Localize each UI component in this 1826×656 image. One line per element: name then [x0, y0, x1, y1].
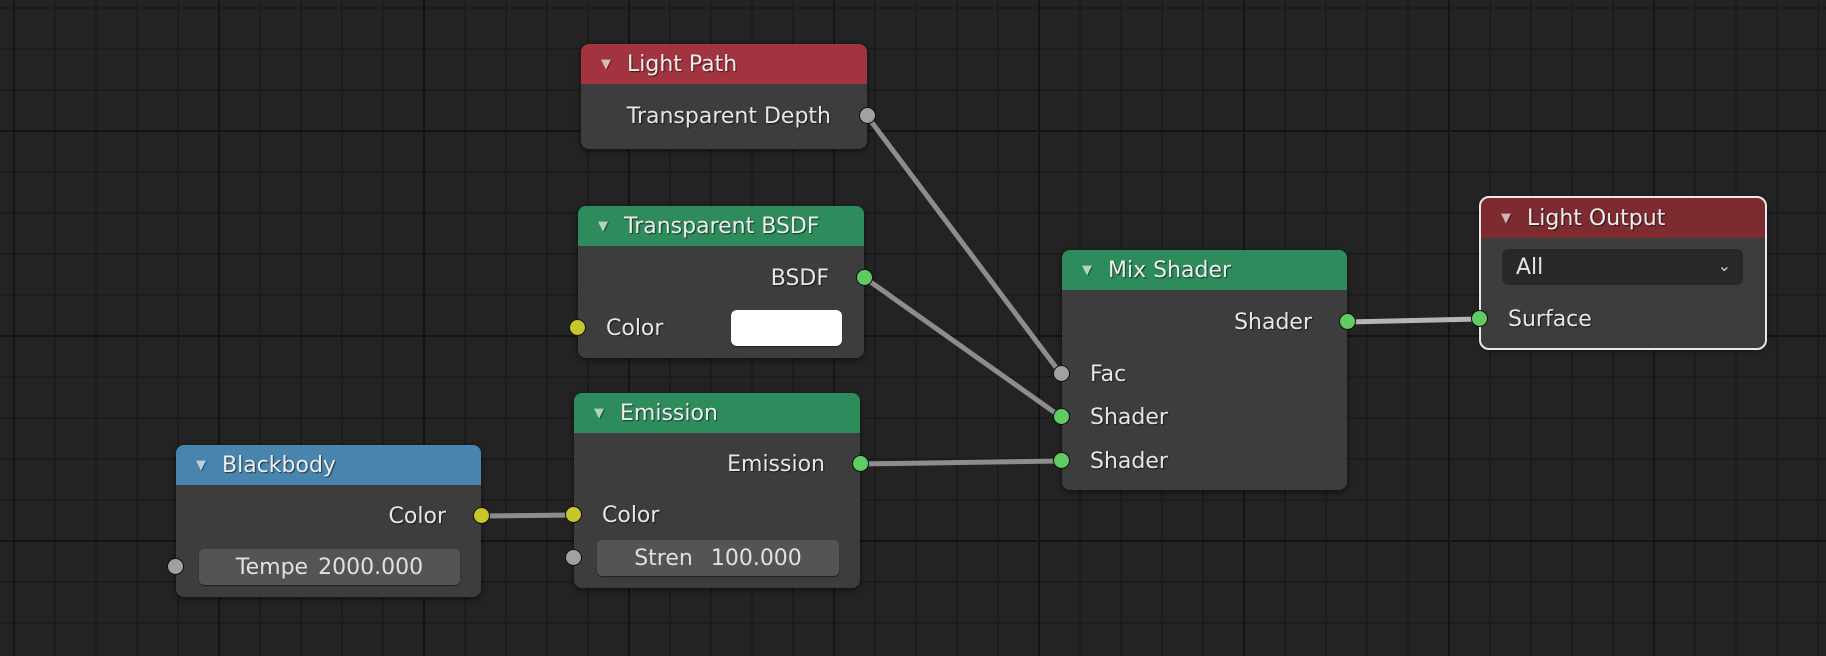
socket-shader-input[interactable]	[1471, 310, 1488, 327]
input-row-shader-2: Shader	[1062, 443, 1347, 479]
temperature-field[interactable]: Tempe 2000.000	[199, 549, 460, 585]
node-title: Light Path	[627, 51, 738, 77]
node-header[interactable]: ▼ Mix Shader	[1062, 250, 1347, 290]
collapse-icon[interactable]: ▼	[196, 458, 206, 473]
socket-label: Shader	[1090, 448, 1168, 474]
field-value: 2000.000	[318, 554, 424, 580]
socket-label: Surface	[1508, 306, 1592, 332]
link-blackbody-to-emission-color[interactable]	[478, 512, 577, 519]
link-emission-to-shader2[interactable]	[857, 458, 1064, 467]
collapse-icon[interactable]: ▼	[598, 219, 608, 234]
socket-label: Shader	[1234, 309, 1312, 335]
node-title: Mix Shader	[1108, 257, 1232, 283]
node-header[interactable]: ▼ Blackbody	[176, 445, 481, 485]
node-transparent-bsdf[interactable]: ▼ Transparent BSDF BSDF Color	[569, 206, 873, 358]
socket-shader-output[interactable]	[1339, 313, 1356, 330]
node-header[interactable]: ▼ Light Path	[581, 44, 867, 84]
input-row: Color	[574, 497, 860, 533]
socket-color-output[interactable]	[473, 507, 490, 524]
link-lightpath-to-fac[interactable]	[864, 113, 1064, 377]
node-title: Blackbody	[222, 452, 336, 478]
output-row: Shader	[1062, 304, 1347, 340]
field-value: 100.000	[710, 545, 802, 571]
input-row-fac: Fac	[1062, 356, 1347, 392]
collapse-icon[interactable]: ▼	[1501, 211, 1511, 226]
collapse-icon[interactable]: ▼	[601, 57, 611, 72]
output-row: Emission	[574, 446, 860, 482]
node-title: Transparent BSDF	[624, 213, 820, 239]
socket-label: Color	[388, 503, 446, 529]
socket-color-input[interactable]	[569, 319, 586, 336]
socket-float-output[interactable]	[859, 107, 876, 124]
socket-float-input[interactable]	[565, 549, 582, 566]
socket-float-input[interactable]	[167, 558, 184, 575]
collapse-icon[interactable]: ▼	[594, 406, 604, 421]
field-label: Tempe	[235, 554, 309, 580]
socket-label: Color	[606, 315, 664, 341]
socket-label: BSDF	[770, 265, 829, 291]
output-row: BSDF	[578, 260, 864, 296]
link-mix-to-surface[interactable]	[1344, 316, 1482, 325]
socket-shader-input[interactable]	[1053, 452, 1070, 469]
field-label: Stren	[634, 545, 693, 571]
node-mix-shader[interactable]: ▼ Mix Shader Shader Fac Shader Shader	[1053, 250, 1356, 490]
node-light-path[interactable]: ▼ Light Path Transparent Depth	[581, 44, 876, 149]
target-dropdown[interactable]: All ⌄	[1502, 249, 1743, 285]
dropdown-value: All	[1516, 254, 1544, 280]
socket-label: Transparent Depth	[626, 103, 831, 129]
output-row: Color	[176, 498, 481, 534]
socket-shader-output[interactable]	[856, 269, 873, 286]
socket-float-input[interactable]	[1053, 365, 1070, 382]
socket-label: Color	[602, 502, 660, 528]
node-header[interactable]: ▼ Light Output	[1481, 198, 1765, 238]
socket-color-input[interactable]	[565, 506, 582, 523]
node-header[interactable]: ▼ Emission	[574, 393, 860, 433]
socket-shader-output[interactable]	[852, 455, 869, 472]
input-row-surface: Surface	[1481, 301, 1765, 337]
collapse-icon[interactable]: ▼	[1082, 263, 1092, 278]
strength-field[interactable]: Stren 100.000	[597, 540, 839, 576]
node-emission[interactable]: ▼ Emission Emission Color Stren 100.000	[565, 393, 869, 588]
socket-shader-input[interactable]	[1053, 408, 1070, 425]
socket-label: Shader	[1090, 404, 1168, 430]
input-row-shader-1: Shader	[1062, 399, 1347, 435]
color-swatch[interactable]	[731, 310, 842, 346]
link-bsdf-to-shader1[interactable]	[862, 275, 1064, 420]
node-blackbody[interactable]: ▼ Blackbody Color Tempe 2000.000	[167, 445, 490, 597]
socket-label: Emission	[727, 451, 825, 477]
node-header[interactable]: ▼ Transparent BSDF	[578, 206, 864, 246]
node-light-output[interactable]: ▼ Light Output All ⌄ Surface	[1471, 196, 1767, 350]
node-title: Light Output	[1527, 205, 1666, 231]
chevron-down-icon: ⌄	[1717, 256, 1731, 275]
socket-label: Fac	[1090, 361, 1127, 387]
output-row: Transparent Depth	[581, 98, 867, 134]
node-title: Emission	[620, 400, 718, 426]
